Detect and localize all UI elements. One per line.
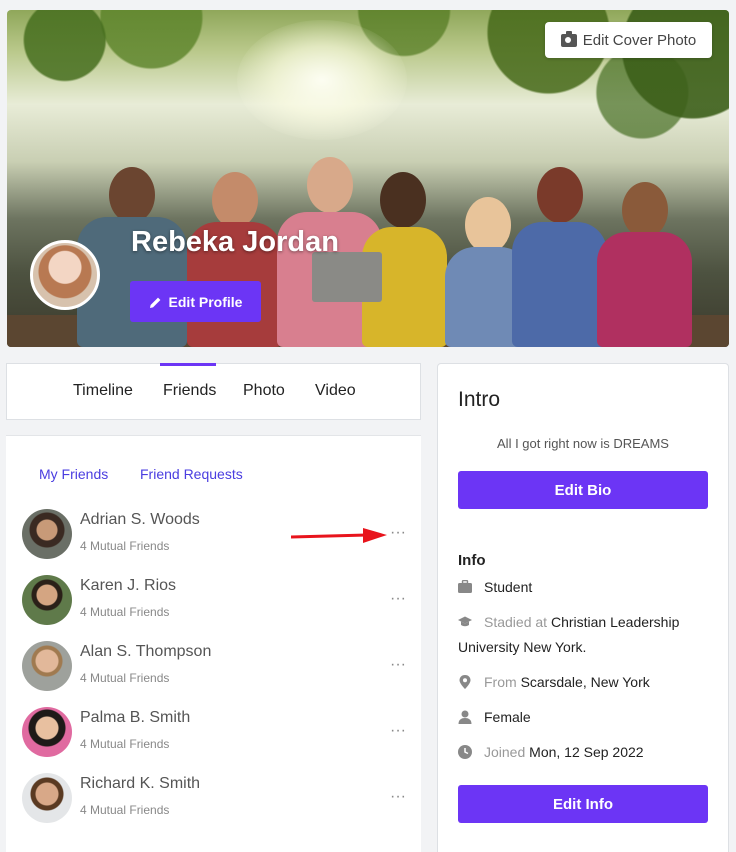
profile-avatar[interactable] (30, 240, 100, 310)
friend-name[interactable]: Richard K. Smith (80, 775, 200, 793)
briefcase-icon (458, 580, 472, 593)
edit-profile-label: Edit Profile (168, 293, 243, 310)
friend-name[interactable]: Adrian S. Woods (80, 511, 200, 529)
cover-sunlight (237, 20, 407, 140)
more-options-icon[interactable]: ··· (390, 789, 406, 805)
edit-bio-button[interactable]: Edit Bio (458, 471, 708, 509)
from-prefix: From (484, 674, 517, 690)
mutual-friends-count: 4 Mutual Friends (80, 737, 170, 751)
user-icon (458, 710, 472, 724)
more-options-icon[interactable]: ··· (390, 723, 406, 739)
avatar[interactable] (22, 773, 72, 823)
list-item: Karen J. Rios 4 Mutual Friends ··· (22, 575, 412, 625)
mutual-friends-count: 4 Mutual Friends (80, 605, 170, 619)
cover-group-of-friends (7, 157, 729, 347)
avatar[interactable] (22, 575, 72, 625)
joined-date: Mon, 12 Sep 2022 (529, 744, 644, 760)
cover-laptop (312, 252, 382, 302)
avatar[interactable] (22, 641, 72, 691)
tab-timeline[interactable]: Timeline (73, 382, 133, 400)
clock-icon (458, 745, 472, 759)
cover-person (597, 182, 692, 347)
info-joined: Joined Mon, 12 Sep 2022 (458, 740, 708, 765)
joined-prefix: Joined (484, 744, 526, 760)
map-pin-icon (459, 675, 471, 689)
cover-photo (7, 10, 729, 347)
edit-cover-photo-label: Edit Cover Photo (582, 31, 697, 49)
cover-person (512, 167, 607, 347)
list-item: Richard K. Smith 4 Mutual Friends ··· (22, 773, 412, 823)
edit-info-button[interactable]: Edit Info (458, 785, 708, 823)
studied-prefix: Stadied at (484, 614, 548, 630)
friend-name[interactable]: Palma B. Smith (80, 709, 190, 727)
mutual-friends-count: 4 Mutual Friends (80, 803, 170, 817)
info-heading: Info (458, 552, 486, 569)
tab-friend-requests[interactable]: Friend Requests (140, 466, 243, 482)
info-occupation: Student (458, 575, 708, 600)
tab-video[interactable]: Video (315, 382, 356, 400)
friend-name[interactable]: Karen J. Rios (80, 577, 176, 595)
annotation-arrow-icon (291, 528, 387, 543)
graduation-cap-icon (458, 616, 472, 627)
camera-icon (560, 30, 577, 47)
mutual-friends-count: 4 Mutual Friends (80, 671, 170, 685)
friends-panel: My Friends Friend Requests Adrian S. Woo… (6, 435, 421, 852)
tab-my-friends[interactable]: My Friends (39, 466, 108, 482)
avatar[interactable] (22, 509, 72, 559)
list-item: Alan S. Thompson 4 Mutual Friends ··· (22, 641, 412, 691)
info-location: From Scarsdale, New York (458, 670, 708, 695)
edit-profile-button[interactable]: Edit Profile (130, 281, 261, 322)
profile-name: Rebeka Jordan (131, 226, 339, 258)
more-options-icon[interactable]: ··· (390, 525, 406, 541)
occupation-text: Student (484, 579, 533, 595)
more-options-icon[interactable]: ··· (390, 591, 406, 607)
bio-text: All I got right now is DREAMS (497, 436, 669, 451)
intro-panel: Intro All I got right now is DREAMS Edit… (437, 363, 729, 852)
more-options-icon[interactable]: ··· (390, 657, 406, 673)
intro-title: Intro (458, 388, 501, 411)
friend-name[interactable]: Alan S. Thompson (80, 643, 211, 661)
profile-tabs: Timeline Friends Photo Video (6, 363, 421, 420)
from-place: Scarsdale, New York (520, 674, 650, 690)
gender-text: Female (484, 709, 531, 725)
edit-cover-photo-button[interactable]: Edit Cover Photo (545, 22, 712, 58)
pencil-icon (149, 296, 161, 308)
info-gender: Female (458, 705, 708, 730)
list-item: Palma B. Smith 4 Mutual Friends ··· (22, 707, 412, 757)
info-education: Stadied at Christian Leadership Universi… (458, 610, 708, 660)
avatar[interactable] (22, 707, 72, 757)
tab-friends[interactable]: Friends (159, 363, 217, 400)
tab-photo[interactable]: Photo (243, 382, 285, 400)
mutual-friends-count: 4 Mutual Friends (80, 539, 170, 553)
